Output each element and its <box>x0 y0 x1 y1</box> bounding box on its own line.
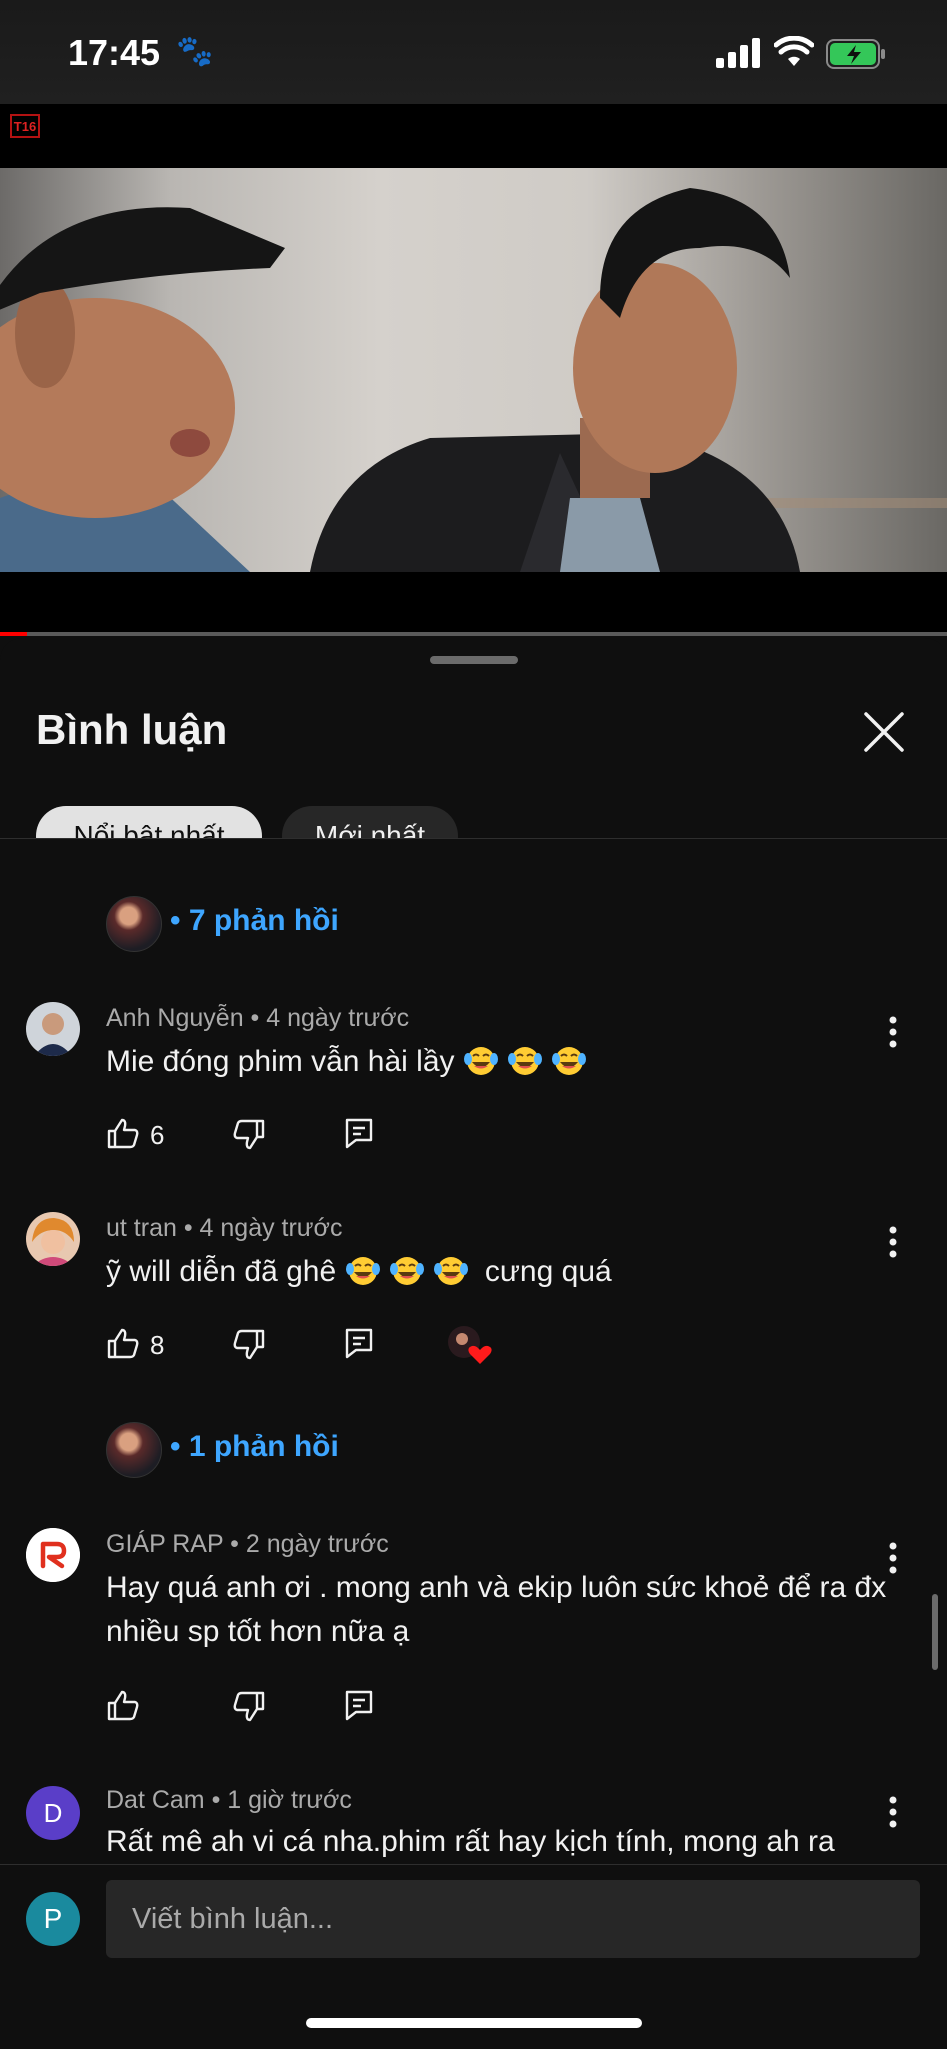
avatar[interactable]: D <box>26 1786 80 1840</box>
avatar-logo-icon <box>26 1528 80 1582</box>
comment-text: Rất mê ah vi cá nha.phim rất hay kịch tí… <box>106 1825 835 1858</box>
joy-emoji-icon <box>507 1043 543 1077</box>
avatar[interactable] <box>26 1212 80 1266</box>
status-time: 17:45 <box>68 32 161 73</box>
dislike-icon[interactable] <box>232 1328 266 1362</box>
comment-text: ỹ will diễn đã ghê cưng quá <box>106 1250 896 1294</box>
dislike-icon[interactable] <box>232 1118 266 1152</box>
comment-body: ỹ will diễn đã ghê <box>106 1255 337 1288</box>
creator-avatar <box>106 1422 162 1478</box>
wifi-icon <box>774 36 814 66</box>
comment-author[interactable]: GIÁP RAP <box>106 1530 223 1558</box>
header-divider <box>0 838 947 839</box>
filter-chips: Nổi bật nhất Mới nhất <box>0 800 947 838</box>
joy-emoji-group <box>463 1045 595 1078</box>
video-progress-track[interactable] <box>0 632 947 636</box>
comment-text-clip: Rất mê ah vi cá nha.phim rất hay kịch tí… <box>106 1820 906 1864</box>
cellular-signal-icon <box>716 38 760 68</box>
sheet-title: Bình luận <box>36 706 228 753</box>
comment-author[interactable]: Anh Nguyễn <box>106 1004 244 1032</box>
battery-charging-icon <box>826 39 885 69</box>
chip-top-comments[interactable]: Nổi bật nhất <box>36 806 262 838</box>
joy-emoji-icon <box>551 1043 587 1077</box>
dislike-icon[interactable] <box>232 1690 266 1724</box>
chip-newest[interactable]: Mới nhất <box>282 806 458 838</box>
comment-text: Hay quá anh ơi . mong anh và ekip luôn s… <box>106 1571 887 1648</box>
heart-icon <box>448 1326 492 1364</box>
comment-text: Mie đóng phim vẫn hài lầy <box>106 1040 896 1084</box>
comment-meta: GIÁP RAP • 2 ngày trước <box>106 1530 389 1558</box>
user-avatar[interactable]: P <box>26 1892 80 1946</box>
joy-emoji-icon <box>463 1043 499 1077</box>
like-icon[interactable] <box>106 1116 140 1150</box>
like-count: 8 <box>150 1330 165 1360</box>
paw-icon: 🐾 <box>176 35 214 68</box>
video-letterbox-bottom <box>0 572 947 634</box>
joy-emoji-icon <box>345 1253 381 1287</box>
avatar[interactable] <box>26 1002 80 1056</box>
comment-time: 1 giờ trước <box>227 1786 352 1814</box>
more-options-icon[interactable] <box>878 1792 908 1832</box>
video-progress-fill <box>0 632 27 636</box>
more-options-icon[interactable] <box>878 1538 908 1578</box>
more-options-icon[interactable] <box>878 1012 908 1052</box>
like-icon[interactable] <box>106 1326 140 1360</box>
home-indicator[interactable] <box>306 2018 642 2028</box>
like-count: 6 <box>150 1120 165 1150</box>
joy-emoji-icon <box>433 1253 469 1287</box>
comment-meta: ut tran • 4 ngày trước <box>106 1214 343 1242</box>
comment-time: 4 ngày trước <box>266 1004 410 1032</box>
avatar-image <box>26 1002 80 1056</box>
creator-heart-badge <box>446 1324 492 1366</box>
joy-emoji-icon <box>389 1253 425 1287</box>
age-rating-badge: T16 <box>10 114 40 138</box>
reply-icon[interactable] <box>342 1116 376 1150</box>
creator-avatar <box>106 896 162 952</box>
replies-count: • 1 phản hồi <box>170 1430 339 1463</box>
video-frame-image <box>0 188 947 572</box>
drag-handle[interactable] <box>430 656 518 664</box>
more-options-icon[interactable] <box>878 1222 908 1262</box>
comment-meta: Anh Nguyễn • 4 ngày trước <box>106 1004 410 1032</box>
avatar-image <box>26 1212 80 1266</box>
replies-count: • 7 phản hồi <box>170 904 339 937</box>
comment-meta: Dat Cam • 1 giờ trước <box>106 1786 352 1814</box>
video-player[interactable] <box>0 168 947 572</box>
comment-author[interactable]: Dat Cam <box>106 1786 205 1814</box>
comment-author[interactable]: ut tran <box>106 1214 177 1242</box>
reply-icon[interactable] <box>342 1326 376 1360</box>
comment-time: 4 ngày trước <box>199 1214 343 1242</box>
video-letterbox-top <box>0 104 947 168</box>
comment-input[interactable] <box>106 1880 920 1958</box>
reply-icon[interactable] <box>342 1688 376 1722</box>
like-icon[interactable] <box>106 1688 140 1722</box>
scrollbar[interactable] <box>932 1594 938 1670</box>
avatar[interactable] <box>26 1528 80 1582</box>
close-icon[interactable] <box>862 710 906 754</box>
comment-body-end: cưng quá <box>484 1255 612 1288</box>
comment-body: Mie đóng phim vẫn hài lầy <box>106 1045 455 1078</box>
joy-emoji-group <box>345 1255 477 1288</box>
comment-time: 2 ngày trước <box>245 1530 389 1558</box>
